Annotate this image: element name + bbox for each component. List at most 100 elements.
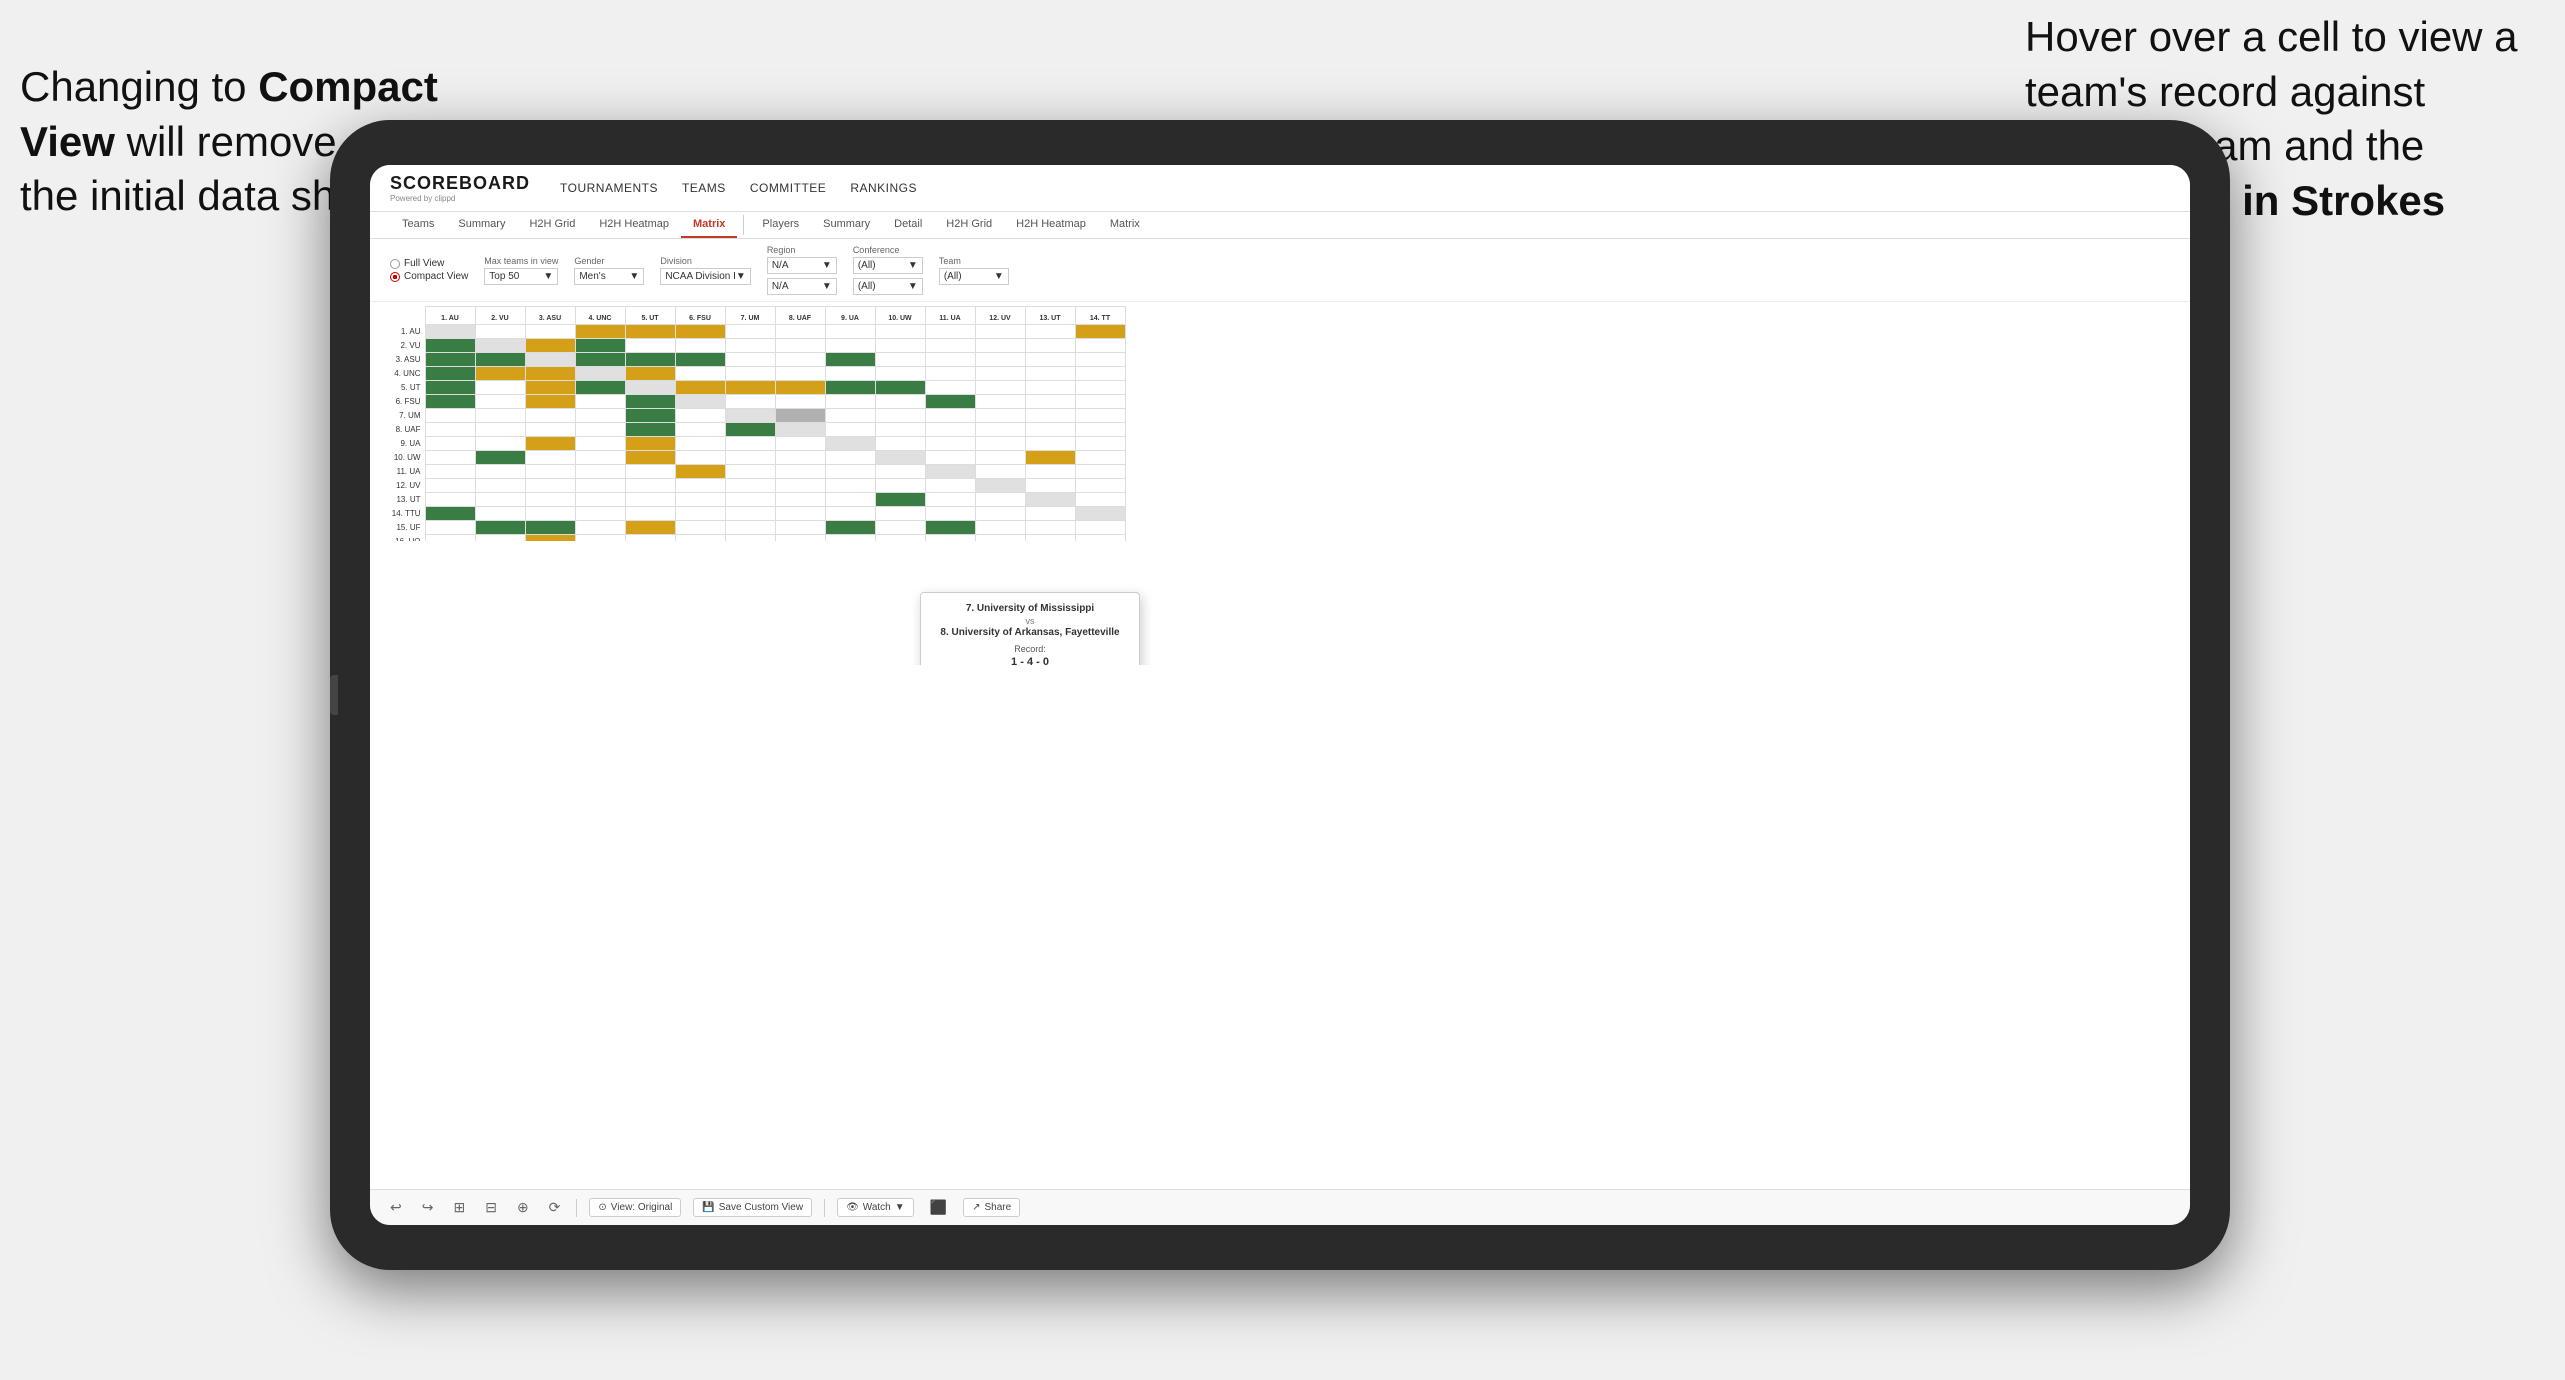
matrix-cell[interactable] bbox=[1025, 507, 1075, 521]
matrix-cell[interactable] bbox=[425, 367, 475, 381]
matrix-cell[interactable] bbox=[525, 325, 575, 339]
matrix-cell[interactable] bbox=[1075, 451, 1125, 465]
matrix-cell[interactable] bbox=[1075, 437, 1125, 451]
matrix-cell[interactable] bbox=[825, 451, 875, 465]
view-original-btn[interactable]: ⊙ View: Original bbox=[589, 1198, 681, 1217]
watch-btn[interactable]: 👁 Watch ▼ bbox=[837, 1198, 914, 1217]
tab-h2h-heatmap-2[interactable]: H2H Heatmap bbox=[1004, 212, 1098, 238]
matrix-cell[interactable] bbox=[1025, 339, 1075, 353]
matrix-cell[interactable] bbox=[875, 465, 925, 479]
matrix-cell[interactable] bbox=[925, 507, 975, 521]
matrix-cell[interactable] bbox=[725, 367, 775, 381]
matrix-cell[interactable] bbox=[925, 465, 975, 479]
matrix-cell[interactable] bbox=[425, 451, 475, 465]
matrix-cell[interactable] bbox=[625, 437, 675, 451]
matrix-cell[interactable] bbox=[1075, 535, 1125, 542]
region-select-1[interactable]: N/A ▼ bbox=[767, 257, 837, 274]
matrix-cell[interactable] bbox=[1075, 507, 1125, 521]
matrix-cell[interactable] bbox=[875, 437, 925, 451]
matrix-cell[interactable] bbox=[725, 493, 775, 507]
matrix-cell[interactable] bbox=[425, 465, 475, 479]
matrix-cell[interactable] bbox=[675, 437, 725, 451]
matrix-cell[interactable] bbox=[425, 493, 475, 507]
conference-select-2[interactable]: (All) ▼ bbox=[853, 278, 923, 295]
matrix-cell[interactable] bbox=[525, 507, 575, 521]
matrix-cell[interactable] bbox=[575, 381, 625, 395]
matrix-cell[interactable] bbox=[625, 479, 675, 493]
content-scroll-area[interactable]: 1. AU 2. VU 3. ASU 4. UNC 5. UT 6. FSU 7… bbox=[380, 306, 2180, 541]
matrix-cell[interactable] bbox=[975, 395, 1025, 409]
matrix-cell[interactable] bbox=[925, 521, 975, 535]
matrix-cell[interactable] bbox=[925, 423, 975, 437]
matrix-cell[interactable] bbox=[1025, 493, 1075, 507]
matrix-cell[interactable] bbox=[775, 493, 825, 507]
matrix-cell[interactable] bbox=[475, 409, 525, 423]
matrix-cell[interactable] bbox=[575, 451, 625, 465]
matrix-cell[interactable] bbox=[925, 493, 975, 507]
matrix-cell[interactable] bbox=[975, 535, 1025, 542]
matrix-cell[interactable] bbox=[525, 493, 575, 507]
matrix-cell[interactable] bbox=[925, 479, 975, 493]
matrix-cell[interactable] bbox=[825, 507, 875, 521]
matrix-cell[interactable] bbox=[875, 409, 925, 423]
matrix-cell[interactable] bbox=[1075, 521, 1125, 535]
matrix-cell[interactable] bbox=[1075, 325, 1125, 339]
matrix-cell[interactable] bbox=[675, 535, 725, 542]
matrix-cell[interactable] bbox=[925, 325, 975, 339]
tab-teams[interactable]: Teams bbox=[390, 212, 446, 238]
matrix-cell[interactable] bbox=[575, 367, 625, 381]
matrix-cell[interactable] bbox=[925, 451, 975, 465]
matrix-cell[interactable] bbox=[625, 339, 675, 353]
tab-h2h-grid-2[interactable]: H2H Grid bbox=[934, 212, 1004, 238]
matrix-cell[interactable] bbox=[725, 339, 775, 353]
matrix-cell[interactable] bbox=[725, 479, 775, 493]
matrix-cell[interactable] bbox=[525, 465, 575, 479]
matrix-cell[interactable] bbox=[825, 325, 875, 339]
matrix-cell[interactable] bbox=[575, 465, 625, 479]
matrix-cell[interactable] bbox=[1025, 381, 1075, 395]
matrix-cell[interactable] bbox=[625, 395, 675, 409]
matrix-cell[interactable] bbox=[1025, 465, 1075, 479]
matrix-cell[interactable] bbox=[775, 367, 825, 381]
matrix-cell[interactable] bbox=[525, 367, 575, 381]
matrix-cell[interactable] bbox=[625, 535, 675, 542]
matrix-cell[interactable] bbox=[425, 521, 475, 535]
matrix-cell[interactable] bbox=[725, 521, 775, 535]
matrix-cell[interactable] bbox=[875, 507, 925, 521]
matrix-cell[interactable] bbox=[825, 465, 875, 479]
matrix-cell[interactable] bbox=[525, 353, 575, 367]
matrix-cell[interactable] bbox=[625, 353, 675, 367]
matrix-cell[interactable] bbox=[525, 521, 575, 535]
matrix-cell[interactable] bbox=[475, 395, 525, 409]
matrix-cell[interactable] bbox=[625, 367, 675, 381]
matrix-cell[interactable] bbox=[775, 339, 825, 353]
share-btn[interactable]: ↗ Share bbox=[963, 1198, 1020, 1217]
matrix-cell[interactable] bbox=[875, 367, 925, 381]
matrix-cell[interactable] bbox=[575, 521, 625, 535]
matrix-cell[interactable] bbox=[1025, 409, 1075, 423]
matrix-cell[interactable] bbox=[725, 507, 775, 521]
matrix-cell[interactable] bbox=[825, 409, 875, 423]
matrix-cell[interactable] bbox=[575, 325, 625, 339]
matrix-cell[interactable] bbox=[875, 395, 925, 409]
matrix-cell[interactable] bbox=[1025, 521, 1075, 535]
matrix-cell[interactable] bbox=[975, 479, 1025, 493]
matrix-cell[interactable] bbox=[575, 395, 625, 409]
matrix-cell[interactable] bbox=[975, 353, 1025, 367]
tab-summary-1[interactable]: Summary bbox=[446, 212, 517, 238]
matrix-cell[interactable] bbox=[725, 409, 775, 423]
matrix-cell[interactable] bbox=[425, 381, 475, 395]
tab-players[interactable]: Players bbox=[750, 212, 811, 238]
matrix-cell[interactable] bbox=[825, 423, 875, 437]
redo-btn[interactable]: ↪ bbox=[418, 1197, 438, 1218]
nav-teams[interactable]: TEAMS bbox=[682, 177, 726, 199]
matrix-cell[interactable] bbox=[1025, 395, 1075, 409]
matrix-cell[interactable] bbox=[825, 381, 875, 395]
matrix-cell[interactable] bbox=[925, 409, 975, 423]
matrix-cell[interactable] bbox=[525, 395, 575, 409]
matrix-cell[interactable] bbox=[1075, 423, 1125, 437]
matrix-cell[interactable] bbox=[525, 423, 575, 437]
compact-view-radio[interactable] bbox=[390, 272, 400, 282]
matrix-cell[interactable] bbox=[725, 395, 775, 409]
matrix-cell[interactable] bbox=[675, 395, 725, 409]
